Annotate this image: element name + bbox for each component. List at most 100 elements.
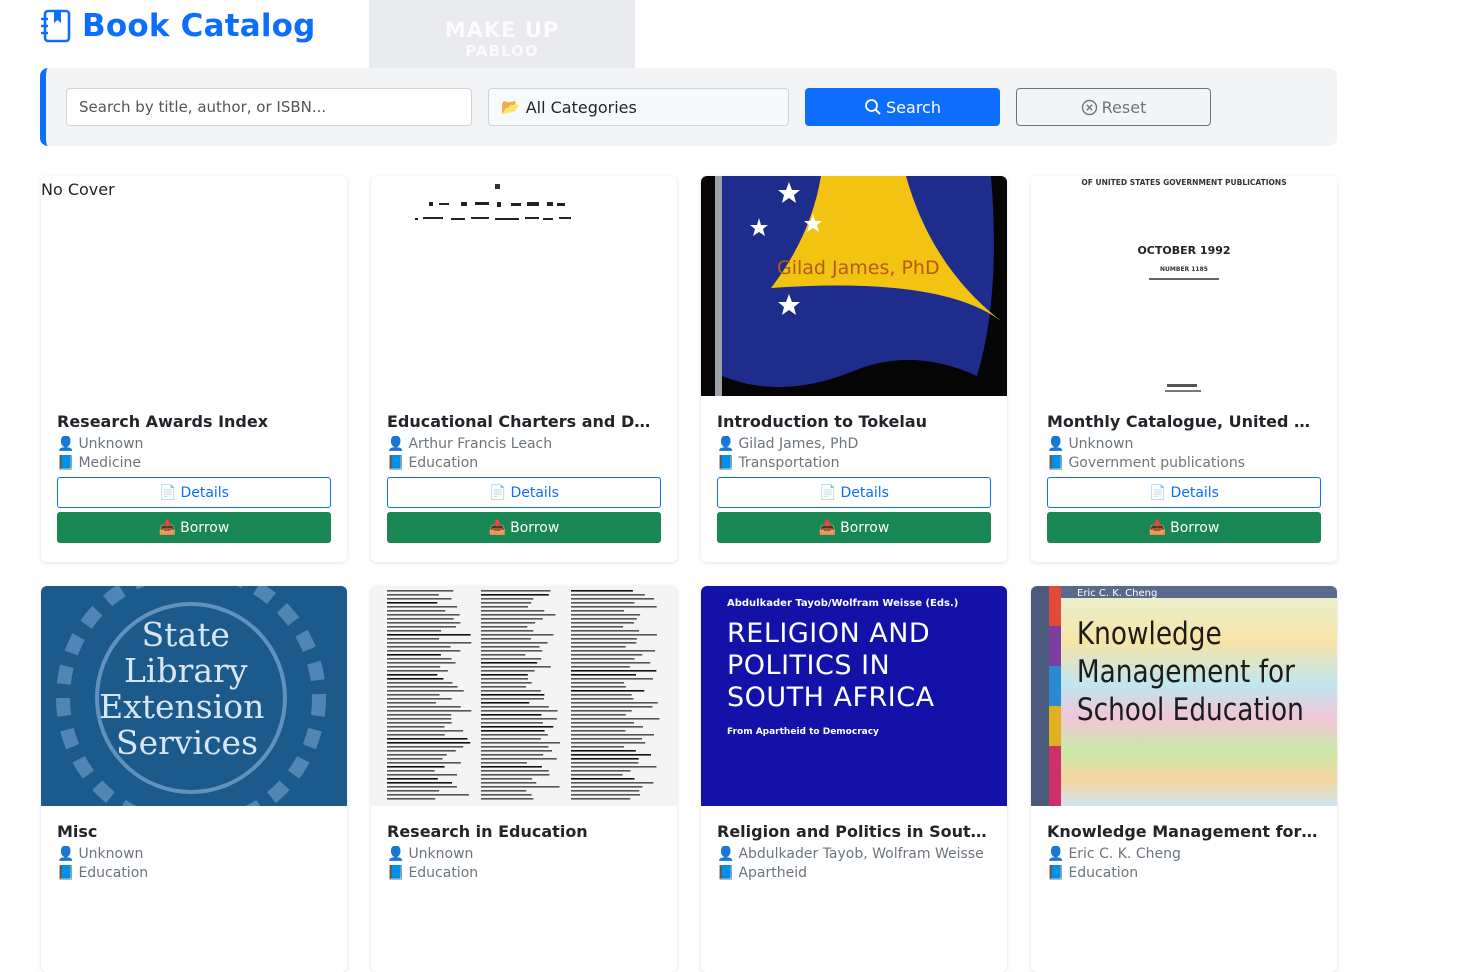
person-icon: 👤: [1047, 846, 1065, 862]
book-category: Apartheid: [738, 865, 807, 881]
document-icon: 📄: [489, 484, 507, 501]
cover-number-text: NUMBER 1185: [1160, 266, 1208, 273]
borrow-button[interactable]: 📥 Borrow: [717, 512, 991, 543]
inbox-icon: 📥: [1148, 519, 1167, 536]
cover-image: State Library Extension Services: [41, 586, 347, 806]
book-author: Gilad James, PhD: [738, 436, 859, 452]
inbox-icon: 📥: [488, 519, 507, 536]
cover-image: Eric C. K. Cheng Knowledge Management fo…: [1031, 586, 1337, 806]
book-icon: 📘: [717, 865, 735, 881]
book-card: Research in Education 👤 Unknown 📘 Educatio…: [371, 586, 677, 972]
borrow-label: Borrow: [1170, 519, 1220, 536]
cover-image: [371, 586, 677, 806]
cover-line: POLITICS IN: [727, 650, 890, 681]
details-button[interactable]: 📄 Details: [1047, 477, 1321, 508]
book-author: Arthur Francis Leach: [408, 436, 553, 452]
cover-image: [371, 176, 677, 396]
document-icon: 📄: [1149, 484, 1167, 501]
cover-authors-text: Abdulkader Tayob/Wolfram Weisse (Eds.): [727, 598, 958, 609]
reset-button[interactable]: Reset: [1016, 88, 1211, 126]
borrow-label: Borrow: [180, 519, 230, 536]
book-card: Abdulkader Tayob/Wolfram Weisse (Eds.) R…: [701, 586, 1007, 972]
book-category: Education: [408, 865, 479, 881]
book-cover[interactable]: State Library Extension Services: [41, 586, 347, 806]
page-title: Book Catalog: [82, 8, 316, 44]
book-author: Eric C. K. Cheng: [1068, 846, 1181, 862]
details-button[interactable]: 📄 Details: [387, 477, 661, 508]
cover-line: Management for: [1077, 653, 1295, 690]
book-category: Medicine: [78, 455, 141, 471]
cover-line: Library: [124, 651, 248, 690]
book-title: Misc: [57, 822, 98, 841]
book-icon: [41, 9, 71, 43]
app-header: Book Catalog: [40, 8, 316, 44]
details-button[interactable]: 📄 Details: [57, 477, 331, 508]
borrow-button[interactable]: 📥 Borrow: [57, 512, 331, 543]
book-cover[interactable]: Abdulkader Tayob/Wolfram Weisse (Eds.) R…: [701, 586, 1007, 806]
reset-button-label: Reset: [1101, 97, 1147, 117]
book-cover[interactable]: [371, 586, 677, 806]
borrow-label: Borrow: [510, 519, 560, 536]
person-icon: 👤: [717, 436, 735, 452]
borrow-label: Borrow: [840, 519, 890, 536]
details-label: Details: [1170, 484, 1219, 501]
no-cover-label: No Cover: [41, 180, 115, 199]
borrow-button[interactable]: 📥 Borrow: [387, 512, 661, 543]
details-label: Details: [510, 484, 559, 501]
book-icon: 📘: [57, 455, 75, 471]
book-cover[interactable]: No Cover: [41, 176, 347, 396]
book-author: Unknown: [78, 436, 144, 452]
cover-top-text: OF UNITED STATES GOVERNMENT PUBLICATIONS: [1081, 178, 1286, 187]
book-title: Research Awards Index: [57, 412, 269, 431]
book-author: Abdulkader Tayob, Wolfram Weisse: [738, 846, 984, 862]
book-title: Research in Education: [387, 822, 588, 841]
book-title: Educational Charters and Documents 598 t…: [387, 412, 661, 431]
book-title: Monthly Catalogue, United States Public …: [1047, 412, 1321, 431]
book-icon: 📘: [717, 455, 735, 471]
search-button[interactable]: Search: [805, 88, 1000, 126]
book-title: Religion and Politics in South Africa: [717, 822, 991, 841]
cover-line: Services: [116, 723, 258, 762]
book-cover[interactable]: Eric C. K. Cheng Knowledge Management fo…: [1031, 586, 1337, 806]
search-input[interactable]: [66, 88, 472, 126]
book-icon: 📘: [1047, 865, 1065, 881]
book-icon: 📘: [387, 865, 405, 881]
ad-line-1: MAKE UP: [444, 18, 560, 42]
cover-image: Abdulkader Tayob/Wolfram Weisse (Eds.) R…: [701, 586, 1007, 806]
book-icon: 📘: [1047, 455, 1065, 471]
person-icon: 👤: [57, 436, 75, 452]
cover-line: SOUTH AFRICA: [727, 682, 935, 713]
book-category: Education: [408, 455, 479, 471]
ad-line-2: PABLOO: [465, 42, 539, 60]
document-icon: 📄: [159, 484, 177, 501]
book-cover[interactable]: OF UNITED STATES GOVERNMENT PUBLICATIONS…: [1031, 176, 1337, 396]
cover-image: OF UNITED STATES GOVERNMENT PUBLICATIONS…: [1031, 176, 1337, 396]
search-panel: 📂 All Categories Search Reset: [40, 68, 1337, 146]
folder-icon: 📂: [501, 98, 520, 116]
book-cover[interactable]: Gilad James, PhD: [701, 176, 1007, 396]
book-card: Educational Charters and Documents 598 t…: [371, 176, 677, 562]
cover-line: Knowledge: [1077, 615, 1222, 652]
book-category: Government publications: [1068, 455, 1246, 471]
category-select[interactable]: 📂 All Categories: [488, 88, 789, 126]
cover-subtitle-text: From Apartheid to Democracy: [727, 727, 879, 737]
search-button-label: Search: [886, 97, 941, 117]
book-icon: 📘: [57, 865, 75, 881]
details-label: Details: [180, 484, 229, 501]
cover-author-text: Gilad James, PhD: [777, 257, 940, 279]
search-icon: [865, 99, 881, 115]
book-cover[interactable]: [371, 176, 677, 396]
book-icon: 📘: [387, 455, 405, 471]
close-circle-icon: [1081, 99, 1097, 115]
book-card: Gilad James, PhD Introduction to Tokelau…: [701, 176, 1007, 562]
book-title: Knowledge Management for School Educatio…: [1047, 822, 1321, 841]
person-icon: 👤: [387, 846, 405, 862]
book-card: Eric C. K. Cheng Knowledge Management fo…: [1031, 586, 1337, 972]
details-button[interactable]: 📄 Details: [717, 477, 991, 508]
cover-date-text: OCTOBER 1992: [1137, 244, 1230, 257]
borrow-button[interactable]: 📥 Borrow: [1047, 512, 1321, 543]
book-card: OF UNITED STATES GOVERNMENT PUBLICATIONS…: [1031, 176, 1337, 562]
details-label: Details: [840, 484, 889, 501]
book-card: No Cover Research Awards Index 👤 Unknown …: [41, 176, 347, 562]
book-author: Unknown: [78, 846, 144, 862]
